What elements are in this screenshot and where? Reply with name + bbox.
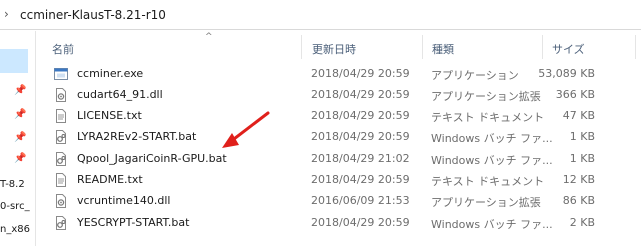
file-size: 1 KB	[569, 130, 595, 143]
chevron-right-icon[interactable]: ›	[4, 8, 14, 20]
file-row[interactable]: README.txt 2018/04/29 20:59 テキスト ドキュメント …	[45, 170, 641, 190]
file-type: Windows バッチ ファ...	[431, 154, 553, 167]
file-size: 53,089 KB	[538, 67, 595, 80]
file-type: テキスト ドキュメント	[431, 175, 545, 188]
column-divider[interactable]	[301, 35, 302, 59]
pin-icon: 📌	[14, 85, 27, 96]
file-date: 2018/04/29 20:59	[311, 109, 410, 122]
column-header-name[interactable]: 名前	[52, 41, 74, 57]
file-type: アプリケーション拡張	[431, 196, 541, 209]
file-size: 2 KB	[569, 216, 595, 229]
text-file-icon	[56, 173, 66, 187]
file-row[interactable]: YESCRYPT-START.bat 2018/04/29 20:59 Wind…	[45, 213, 641, 233]
file-name: LYRA2REv2-START.bat	[77, 130, 197, 143]
file-size: 366 KB	[555, 88, 595, 101]
file-date: 2018/04/29 20:59	[311, 130, 410, 143]
file-name: ccminer.exe	[77, 67, 144, 80]
address-path[interactable]: ccminer-KlausT-8.21-r10	[20, 8, 166, 22]
file-name: LICENSE.txt	[77, 109, 142, 122]
file-type: Windows バッチ ファ...	[431, 218, 553, 231]
nav-item-label[interactable]: T-8.2	[0, 179, 25, 190]
address-bar[interactable]: › ccminer-KlausT-8.21-r10	[0, 0, 641, 30]
file-size: 47 KB	[562, 109, 595, 122]
file-name: vcruntime140.dll	[77, 194, 171, 207]
file-type: アプリケーション	[431, 69, 519, 82]
dll-icon	[56, 194, 66, 208]
file-size: 12 KB	[562, 173, 595, 186]
dll-icon	[56, 88, 66, 102]
pin-icon: 📌	[14, 153, 27, 164]
file-row[interactable]: ccminer.exe 2018/04/29 20:59 アプリケーション 53…	[45, 64, 641, 84]
column-divider[interactable]	[422, 35, 423, 59]
column-header-date[interactable]: 更新日時	[312, 41, 356, 57]
file-type: Windows バッチ ファ...	[431, 132, 553, 145]
nav-item-label[interactable]: n_x86	[0, 224, 30, 235]
column-header-type[interactable]: 種類	[432, 41, 454, 57]
file-date: 2018/04/29 20:59	[311, 216, 410, 229]
file-row[interactable]: cudart64_91.dll 2018/04/29 20:59 アプリケーショ…	[45, 85, 641, 105]
file-size: 86 KB	[562, 194, 595, 207]
file-row[interactable]: LICENSE.txt 2018/04/29 20:59 テキスト ドキュメント…	[45, 106, 641, 126]
file-name: README.txt	[77, 173, 143, 186]
column-header-size[interactable]: サイズ	[552, 41, 585, 57]
nav-item-selected[interactable]	[0, 49, 28, 73]
file-size: 1 KB	[569, 152, 595, 165]
file-date: 2018/04/29 21:02	[311, 152, 410, 165]
file-type: アプリケーション拡張	[431, 90, 541, 103]
file-row[interactable]: LYRA2REv2-START.bat 2018/04/29 20:59 Win…	[45, 127, 641, 147]
exe-icon	[54, 68, 68, 80]
file-date: 2018/04/29 20:59	[311, 67, 410, 80]
file-type: テキスト ドキュメント	[431, 111, 545, 124]
sort-ascending-icon: ^	[205, 32, 213, 42]
batch-file-icon	[56, 216, 66, 230]
file-name: Qpool_JagariCoinR-GPU.bat	[77, 152, 227, 165]
navigation-pane: 📌 📌 📌 📌 T-8.2 0-src_ n_x86	[0, 31, 36, 246]
column-divider[interactable]	[542, 35, 543, 59]
file-date: 2016/06/09 21:53	[311, 194, 410, 207]
pin-icon: 📌	[14, 132, 27, 143]
batch-file-icon	[56, 152, 66, 166]
nav-item-label[interactable]: 0-src_	[0, 201, 30, 212]
column-header-row: ^ 名前 更新日時 種類 サイズ	[37, 31, 641, 61]
file-row[interactable]: Qpool_JagariCoinR-GPU.bat 2018/04/29 21:…	[45, 149, 641, 169]
batch-file-icon	[56, 130, 66, 144]
file-name: YESCRYPT-START.bat	[77, 216, 190, 229]
text-file-icon	[56, 109, 66, 123]
file-name: cudart64_91.dll	[77, 88, 163, 101]
pin-icon: 📌	[14, 109, 27, 120]
file-date: 2018/04/29 20:59	[311, 88, 410, 101]
file-row[interactable]: vcruntime140.dll 2016/06/09 21:53 アプリケーシ…	[45, 191, 641, 211]
file-date: 2018/04/29 20:59	[311, 173, 410, 186]
column-divider[interactable]	[635, 35, 636, 59]
